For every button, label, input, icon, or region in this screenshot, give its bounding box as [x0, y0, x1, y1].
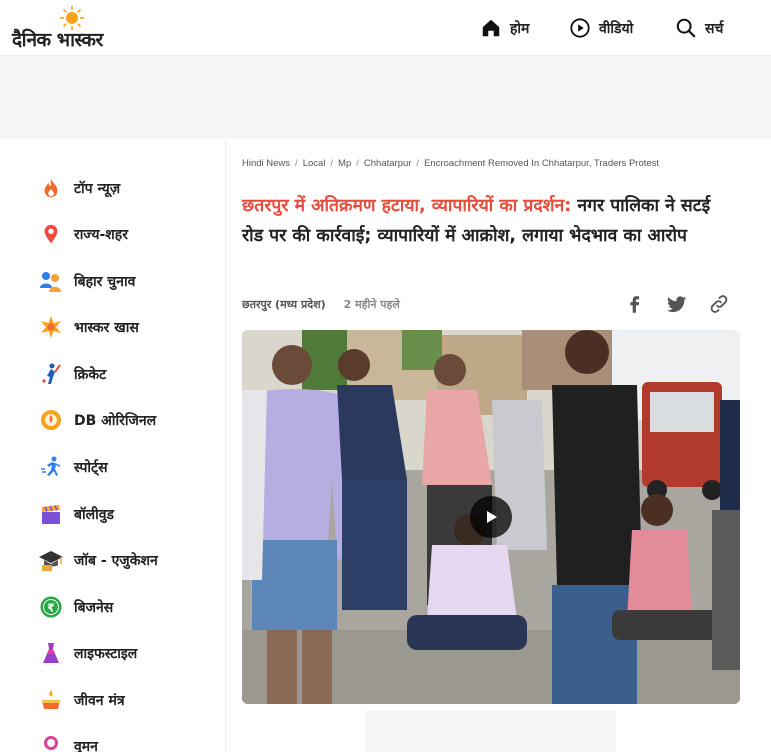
graduation-cap-icon — [38, 547, 64, 573]
breadcrumb-item[interactable]: Local — [303, 158, 326, 169]
sidebar-item-sports[interactable]: स्पोर्ट्स — [38, 452, 108, 482]
sidebar-item-label: स्पोर्ट्स — [74, 459, 108, 476]
sidebar-item-label: बिहार चुनाव — [74, 273, 136, 290]
play-circle-icon — [570, 18, 590, 38]
home-icon — [482, 19, 500, 37]
star-burst-icon — [38, 314, 64, 340]
nav-home-label: होम — [510, 20, 530, 37]
sidebar-item-db-original[interactable]: DB ओरिजिनल — [38, 405, 156, 435]
nav-search-label: सर्च — [705, 20, 724, 37]
site-logo[interactable]: दैनिक भास्कर — [12, 6, 137, 51]
location-pin-icon — [38, 221, 64, 247]
article-location: छतरपुर (मध्य प्रदेश) — [242, 298, 326, 311]
breadcrumb-item[interactable]: Mp — [338, 158, 351, 169]
sidebar-item-job-education[interactable]: जॉब - एजुकेशन — [38, 545, 158, 575]
fire-icon — [38, 175, 64, 201]
sidebar-item-business[interactable]: ₹ बिजनेस — [38, 592, 113, 622]
diya-icon — [38, 687, 64, 713]
sports-runner-icon — [38, 454, 64, 480]
link-icon[interactable] — [708, 293, 730, 315]
sidebar-item-bollywood[interactable]: बॉलीवुड — [38, 499, 114, 529]
sidebar-item-label: बॉलीवुड — [74, 506, 115, 523]
sidebar-item-label: क्रिकेट — [74, 366, 107, 383]
woman-icon — [38, 733, 64, 752]
sidebar-item-label: वुमन — [74, 738, 98, 752]
nav-video[interactable]: वीडियो — [569, 14, 633, 42]
twitter-icon[interactable] — [666, 293, 688, 315]
nav-home[interactable]: होम — [480, 14, 529, 42]
sidebar-item-jeevan-mantra[interactable]: जीवन मंत्र — [38, 685, 125, 715]
cricket-icon — [38, 361, 64, 387]
sidebar-item-cricket[interactable]: क्रिकेट — [38, 359, 106, 389]
dress-icon — [38, 640, 64, 666]
sidebar-item-label: बिजनेस — [74, 599, 114, 616]
sidebar-item-label: टॉप न्यूज़ — [74, 180, 121, 197]
breadcrumb-item[interactable]: Chhatarpur — [364, 158, 412, 169]
breadcrumb: Hindi News / Local / Mp / Chhatarpur / Encroachm… — [242, 158, 660, 169]
article-headline: छतरपुर में अतिक्रमण हटाया, व्यापारियों क… — [242, 191, 732, 251]
nav-search[interactable]: सर्च — [675, 14, 723, 42]
election-icon — [38, 268, 64, 294]
sidebar-item-lifestyle[interactable]: लाइफस्टाइल — [38, 638, 137, 668]
sidebar-item-top-news[interactable]: टॉप न्यूज़ — [38, 173, 120, 203]
sidebar-item-label: जॉब - एजुकेशन — [74, 552, 158, 569]
db-original-icon — [38, 407, 64, 433]
article-main: Hindi News / Local / Mp / Chhatarpur / Encroachm… — [226, 139, 771, 752]
top-ad-slot — [0, 56, 771, 139]
facebook-icon[interactable] — [624, 293, 646, 315]
sidebar-item-bhaskar-khas[interactable]: भास्कर खास — [38, 312, 139, 342]
site-header: दैनिक भास्कर होम वीडियो सर्च — [0, 0, 771, 56]
sidebar-item-bihar-election[interactable]: बिहार चुनाव — [38, 266, 135, 296]
sidebar-item-label: DB ओरिजिनल — [74, 412, 157, 429]
sidebar: टॉप न्यूज़ राज्य-शहर बिहार चुनाव भास्कर … — [0, 139, 226, 752]
search-icon — [676, 18, 696, 38]
article-byline: छतरपुर (मध्य प्रदेश) 2 महीने पहले — [242, 297, 400, 312]
article-time: 2 महीने पहले — [343, 298, 400, 311]
sidebar-item-label: भास्कर खास — [74, 319, 139, 336]
breadcrumb-current: Encroachment Removed In Chhatarpur, Trad… — [424, 158, 660, 169]
svg-text:₹: ₹ — [47, 602, 55, 615]
play-icon[interactable] — [470, 496, 512, 538]
article-video[interactable] — [242, 330, 740, 704]
rupee-icon: ₹ — [38, 594, 64, 620]
sidebar-item-label: लाइफस्टाइल — [74, 645, 138, 662]
clapperboard-icon — [38, 501, 64, 527]
inline-ad-slot — [366, 711, 616, 752]
sidebar-item-woman[interactable]: वुमन — [38, 731, 98, 752]
sidebar-item-label: राज्य-शहर — [74, 226, 128, 243]
sidebar-item-state-city[interactable]: राज्य-शहर — [38, 219, 128, 249]
breadcrumb-item[interactable]: Hindi News — [242, 158, 290, 169]
nav-video-label: वीडियो — [599, 20, 634, 37]
headline-highlight: छतरपुर में अतिक्रमण हटाया, व्यापारियों क… — [242, 196, 572, 216]
sidebar-item-label: जीवन मंत्र — [74, 692, 125, 709]
logo-text: दैनिक भास्कर — [12, 29, 103, 51]
